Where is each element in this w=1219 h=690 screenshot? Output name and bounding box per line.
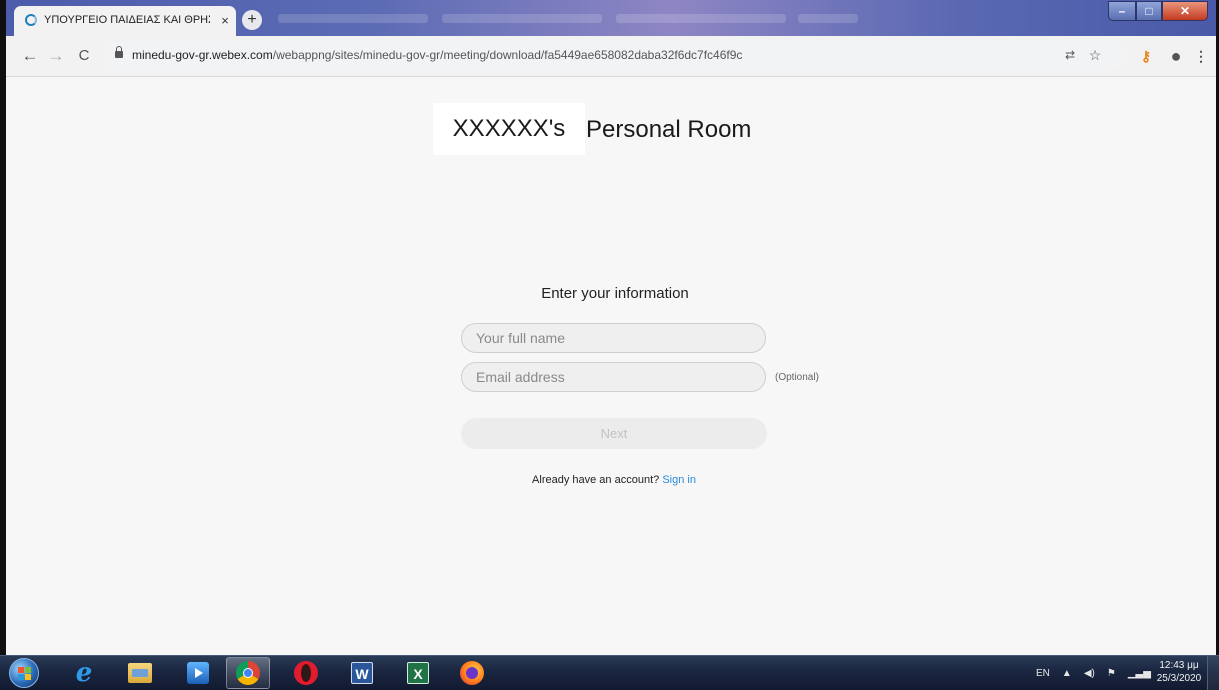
chrome-icon — [236, 661, 260, 685]
taskbar-excel[interactable]: X — [396, 657, 440, 689]
background-tab[interactable] — [798, 14, 858, 23]
system-tray: EN ▲ ◀) ⚑ ▁▃▅ — [1036, 662, 1163, 684]
taskbar-clock[interactable]: 12:43 μμ 25/3/2020 — [1152, 659, 1206, 685]
clock-date: 25/3/2020 — [1156, 673, 1202, 684]
sign-in-link[interactable]: Sign in — [662, 474, 696, 486]
taskbar-explorer[interactable] — [118, 657, 162, 689]
browser-toolbar: ← → C minedu-gov-gr.webex.com/webappng/s… — [6, 36, 1216, 77]
background-tab[interactable] — [442, 14, 602, 23]
excel-icon: X — [407, 662, 429, 684]
bookmark-star-icon[interactable]: ☆ — [1085, 45, 1105, 65]
file-explorer-icon — [128, 663, 152, 683]
opera-icon — [294, 661, 318, 685]
minimize-icon[interactable]: – — [1108, 1, 1136, 21]
taskbar-media-player[interactable] — [176, 657, 220, 689]
show-hidden-icons-icon[interactable]: ▲ — [1062, 668, 1072, 679]
language-indicator[interactable]: EN — [1036, 668, 1050, 679]
windows-logo-icon — [18, 667, 24, 673]
background-tab[interactable] — [278, 14, 428, 23]
taskbar-ie[interactable]: e — [62, 657, 106, 689]
background-tab[interactable] — [616, 14, 786, 23]
room-title: Personal Room — [586, 116, 752, 143]
show-desktop-button[interactable] — [1207, 656, 1219, 690]
window-controls: – □ ✕ — [1108, 1, 1208, 21]
signin-row: Already have an account? Sign in — [461, 474, 767, 486]
url-domain: minedu-gov-gr.webex.com — [132, 48, 273, 62]
url-text: minedu-gov-gr.webex.com/webappng/sites/m… — [132, 48, 742, 62]
address-bar[interactable]: minedu-gov-gr.webex.com/webappng/sites/m… — [102, 42, 1127, 69]
clock-time: 12:43 μμ — [1159, 660, 1199, 671]
optional-label: (Optional) — [775, 372, 819, 383]
profile-icon[interactable]: ● — [1166, 46, 1186, 66]
url-path: /webappng/sites/minedu-gov-gr/meeting/do… — [272, 48, 743, 62]
forward-icon[interactable]: → — [46, 46, 66, 66]
full-name-input[interactable] — [461, 323, 766, 353]
tab-close-icon[interactable]: × — [217, 12, 233, 30]
taskbar-firefox[interactable] — [450, 657, 494, 689]
internet-explorer-icon: e — [75, 658, 93, 688]
tab-title: ΥΠΟΥΡΓΕΙΟ ΠΑΙΔΕΙΑΣ ΚΑΙ ΘΡΗΣΚ — [44, 14, 210, 26]
email-input[interactable] — [461, 362, 766, 392]
next-button[interactable]: Next — [461, 418, 767, 449]
signin-prompt: Already have an account? — [532, 474, 660, 486]
taskbar-word[interactable]: W — [340, 657, 384, 689]
room-owner-name: XXXXXX's — [433, 103, 585, 155]
taskbar-opera[interactable] — [284, 657, 328, 689]
webex-join-page: XXXXXX's Personal Room Enter your inform… — [6, 77, 1216, 655]
new-tab-button[interactable]: + — [242, 10, 262, 30]
close-window-icon[interactable]: ✕ — [1162, 1, 1208, 21]
extension-key-icon[interactable]: ⚷ — [1136, 46, 1156, 66]
windows-taskbar: e W X EN ▲ ◀) ⚑ ▁▃▅ 12:43 μμ 25/3/2020 — [0, 655, 1219, 690]
network-signal-icon[interactable]: ▁▃▅ — [1128, 668, 1151, 679]
translate-icon[interactable]: ⇄ — [1060, 45, 1080, 65]
maximize-icon[interactable]: □ — [1136, 1, 1162, 21]
browser-tab-active[interactable]: ΥΠΟΥΡΓΕΙΟ ΠΑΙΔΕΙΑΣ ΚΑΙ ΘΡΗΣΚ × — [14, 6, 236, 36]
back-icon[interactable]: ← — [20, 46, 40, 66]
volume-icon[interactable]: ◀) — [1084, 668, 1095, 679]
firefox-icon — [460, 661, 484, 685]
tab-favicon-icon — [25, 14, 37, 26]
lock-icon — [115, 46, 123, 58]
taskbar-chrome[interactable] — [226, 657, 270, 689]
action-center-flag-icon[interactable]: ⚑ — [1107, 668, 1116, 679]
reload-icon[interactable]: C — [74, 46, 94, 66]
browser-window: ΥΠΟΥΡΓΕΙΟ ΠΑΙΔΕΙΑΣ ΚΑΙ ΘΡΗΣΚ × + – □ ✕ ←… — [6, 0, 1216, 655]
word-icon: W — [351, 662, 373, 684]
menu-dots-icon[interactable]: ⋮ — [1191, 46, 1211, 66]
media-player-icon — [187, 662, 209, 684]
form-heading: Enter your information — [541, 285, 689, 302]
start-button[interactable] — [9, 658, 39, 688]
tab-strip: ΥΠΟΥΡΓΕΙΟ ΠΑΙΔΕΙΑΣ ΚΑΙ ΘΡΗΣΚ × + – □ ✕ — [6, 0, 1216, 36]
